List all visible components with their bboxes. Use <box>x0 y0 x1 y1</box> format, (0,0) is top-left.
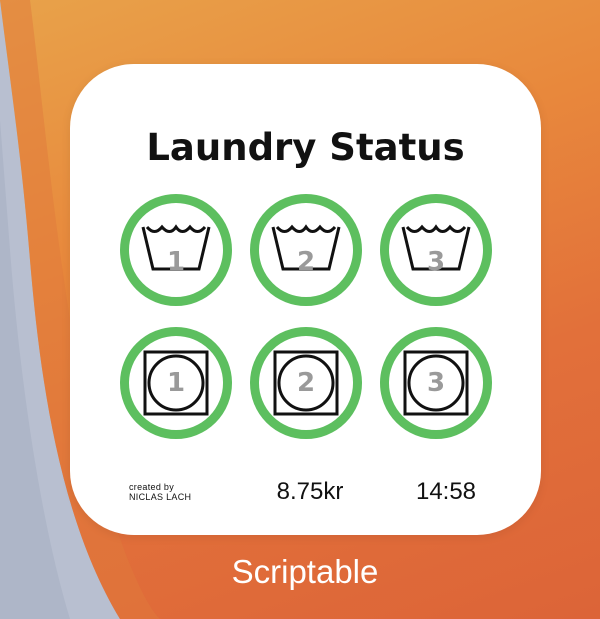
laundry-widget[interactable]: Laundry Status 1 2 3 1 2 3 created by NI… <box>70 64 541 535</box>
widget-title: Laundry Status <box>146 126 465 169</box>
price-label: 8.75kr <box>276 478 344 505</box>
credit-line-1: created by <box>129 482 175 492</box>
dryer-number: 2 <box>296 368 316 398</box>
dryer-number: 1 <box>166 368 186 398</box>
app-name-label: Scriptable <box>231 553 379 590</box>
credit-line-2: NICLAS LACH <box>129 492 192 502</box>
washer-2[interactable]: 2 <box>250 194 362 306</box>
washer-number: 1 <box>166 247 186 277</box>
dryer-2[interactable]: 2 <box>250 327 362 439</box>
washer-number: 3 <box>426 247 446 277</box>
washer-3[interactable]: 3 <box>380 194 492 306</box>
washer-1[interactable]: 1 <box>120 194 232 306</box>
time-label: 14:58 <box>415 478 477 505</box>
dryer-1[interactable]: 1 <box>120 327 232 439</box>
washer-number: 2 <box>296 247 316 277</box>
credit-text: created by NICLAS LACH <box>129 482 191 502</box>
dryer-3[interactable]: 3 <box>380 327 492 439</box>
dryer-number: 3 <box>426 368 446 398</box>
